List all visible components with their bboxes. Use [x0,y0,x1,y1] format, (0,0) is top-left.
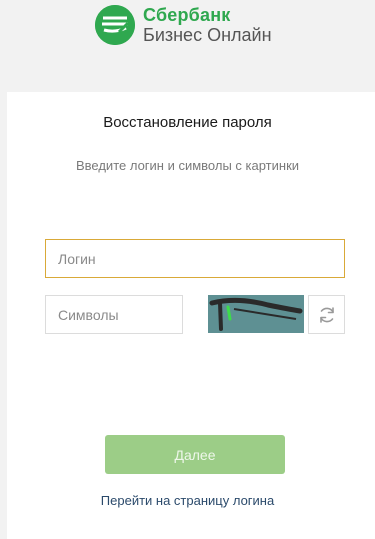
symbols-input[interactable] [45,295,183,334]
brand-name: Сбербанк [143,5,231,25]
brand-subtitle: Бизнес Онлайн [143,25,272,45]
page-subtitle: Введите логин и символы с картинки [75,158,300,173]
header: Сбербанк Бизнес Онлайн [0,0,375,92]
captcha-image [208,295,304,333]
page-title: Восстановление пароля [103,114,272,131]
sberbank-logo-icon [95,5,135,45]
refresh-icon [319,306,334,323]
password-recovery-card: Восстановление пароля Введите логин и си… [7,92,375,539]
go-to-login-link[interactable]: Перейти на страницу логина [7,493,368,508]
login-input[interactable] [45,239,345,278]
refresh-captcha-button[interactable] [308,295,345,334]
next-button[interactable]: Далее [105,435,285,474]
